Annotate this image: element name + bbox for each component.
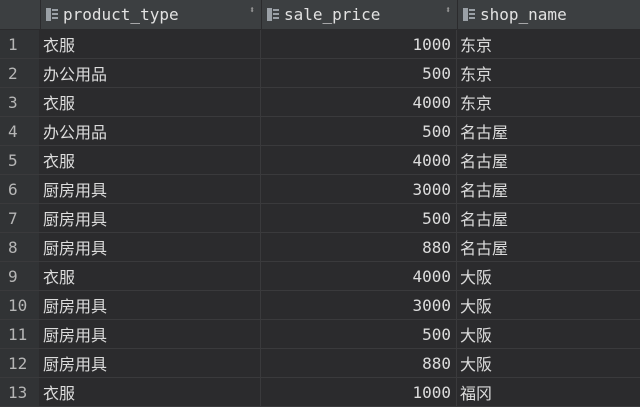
cell-sale-price[interactable]: 500 — [261, 59, 457, 87]
cell-shop-name[interactable]: 东京 — [457, 59, 639, 87]
cell-product-type[interactable]: 厨房用具 — [40, 291, 261, 319]
table-row[interactable]: 8 厨房用具 880 名古屋 — [0, 233, 640, 262]
table-row[interactable]: 7 厨房用具 500 名古屋 — [0, 204, 640, 233]
cell-sale-price[interactable]: 880 — [261, 349, 457, 377]
table-row[interactable]: 12 厨房用具 880 大阪 — [0, 349, 640, 378]
grid-header: product_type ⬍ sale_price ⬍ shop_name — [0, 0, 640, 30]
cell-sale-price[interactable]: 4000 — [261, 88, 457, 116]
row-number[interactable]: 5 — [0, 146, 40, 174]
cell-product-type[interactable]: 衣服 — [40, 378, 261, 406]
cell-shop-name[interactable]: 大阪 — [457, 349, 639, 377]
cell-shop-name[interactable]: 名古屋 — [457, 204, 639, 232]
cell-product-type[interactable]: 厨房用具 — [40, 204, 261, 232]
grid-body: 1 衣服 1000 东京 2 办公用品 500 东京 3 衣服 4000 东京 4 办公用品 500 名古屋 5… — [0, 30, 640, 407]
cell-shop-name[interactable]: 名古屋 — [457, 117, 639, 145]
cell-shop-name[interactable]: 名古屋 — [457, 233, 639, 261]
row-number-header[interactable] — [0, 0, 41, 29]
table-row[interactable]: 6 厨房用具 3000 名古屋 — [0, 175, 640, 204]
sort-icon[interactable]: ⬍ — [249, 6, 255, 16]
row-number[interactable]: 13 — [0, 378, 40, 406]
row-number[interactable]: 11 — [0, 320, 40, 348]
column-header-label: sale_price — [284, 5, 381, 24]
column-header-shop-name[interactable]: shop_name — [458, 0, 640, 29]
cell-sale-price[interactable]: 880 — [261, 233, 457, 261]
row-number[interactable]: 9 — [0, 262, 40, 290]
cell-product-type[interactable]: 厨房用具 — [40, 233, 261, 261]
cell-sale-price[interactable]: 500 — [261, 320, 457, 348]
cell-shop-name[interactable]: 名古屋 — [457, 175, 639, 203]
table-row[interactable]: 11 厨房用具 500 大阪 — [0, 320, 640, 349]
cell-product-type[interactable]: 厨房用具 — [40, 349, 261, 377]
table-row[interactable]: 1 衣服 1000 东京 — [0, 30, 640, 59]
row-number[interactable]: 4 — [0, 117, 40, 145]
cell-product-type[interactable]: 衣服 — [40, 262, 261, 290]
cell-shop-name[interactable]: 名古屋 — [457, 146, 639, 174]
cell-sale-price[interactable]: 3000 — [261, 175, 457, 203]
row-number[interactable]: 10 — [0, 291, 40, 319]
cell-product-type[interactable]: 办公用品 — [40, 117, 261, 145]
column-header-sale-price[interactable]: sale_price ⬍ — [262, 0, 458, 29]
column-header-product-type[interactable]: product_type ⬍ — [41, 0, 262, 29]
row-number[interactable]: 3 — [0, 88, 40, 116]
result-grid: product_type ⬍ sale_price ⬍ shop_name 1衣… — [0, 0, 640, 407]
cell-shop-name[interactable]: 大阪 — [457, 320, 639, 348]
cell-product-type[interactable]: 衣服 — [40, 30, 261, 58]
cell-shop-name[interactable]: 福冈 — [457, 378, 639, 406]
column-header-label: product_type — [63, 5, 179, 24]
row-number[interactable]: 2 — [0, 59, 40, 87]
table-row[interactable]: 4 办公用品 500 名古屋 — [0, 117, 640, 146]
column-icon — [46, 8, 58, 21]
row-number[interactable]: 12 — [0, 349, 40, 377]
cell-shop-name[interactable]: 大阪 — [457, 262, 639, 290]
cell-sale-price[interactable]: 500 — [261, 117, 457, 145]
cell-sale-price[interactable]: 4000 — [261, 262, 457, 290]
table-row[interactable]: 10 厨房用具 3000 大阪 — [0, 291, 640, 320]
table-row[interactable]: 5 衣服 4000 名古屋 — [0, 146, 640, 175]
table-row[interactable]: 9 衣服 4000 大阪 — [0, 262, 640, 291]
cell-product-type[interactable]: 厨房用具 — [40, 175, 261, 203]
cell-sale-price[interactable]: 500 — [261, 204, 457, 232]
cell-product-type[interactable]: 办公用品 — [40, 59, 261, 87]
sort-icon[interactable]: ⬍ — [445, 6, 451, 16]
cell-shop-name[interactable]: 东京 — [457, 88, 639, 116]
cell-product-type[interactable]: 衣服 — [40, 88, 261, 116]
cell-sale-price[interactable]: 1000 — [261, 378, 457, 406]
row-number[interactable]: 1 — [0, 30, 40, 58]
column-icon — [463, 8, 475, 21]
cell-product-type[interactable]: 衣服 — [40, 146, 261, 174]
row-number[interactable]: 8 — [0, 233, 40, 261]
column-header-label: shop_name — [480, 5, 567, 24]
table-row[interactable]: 13 衣服 1000 福冈 — [0, 378, 640, 407]
table-row[interactable]: 3 衣服 4000 东京 — [0, 88, 640, 117]
row-number[interactable]: 7 — [0, 204, 40, 232]
cell-product-type[interactable]: 厨房用具 — [40, 320, 261, 348]
cell-sale-price[interactable]: 1000 — [261, 30, 457, 58]
cell-sale-price[interactable]: 3000 — [261, 291, 457, 319]
table-row[interactable]: 2 办公用品 500 东京 — [0, 59, 640, 88]
cell-sale-price[interactable]: 4000 — [261, 146, 457, 174]
row-number[interactable]: 6 — [0, 175, 40, 203]
cell-shop-name[interactable]: 大阪 — [457, 291, 639, 319]
column-icon — [267, 8, 279, 21]
cell-shop-name[interactable]: 东京 — [457, 30, 639, 58]
